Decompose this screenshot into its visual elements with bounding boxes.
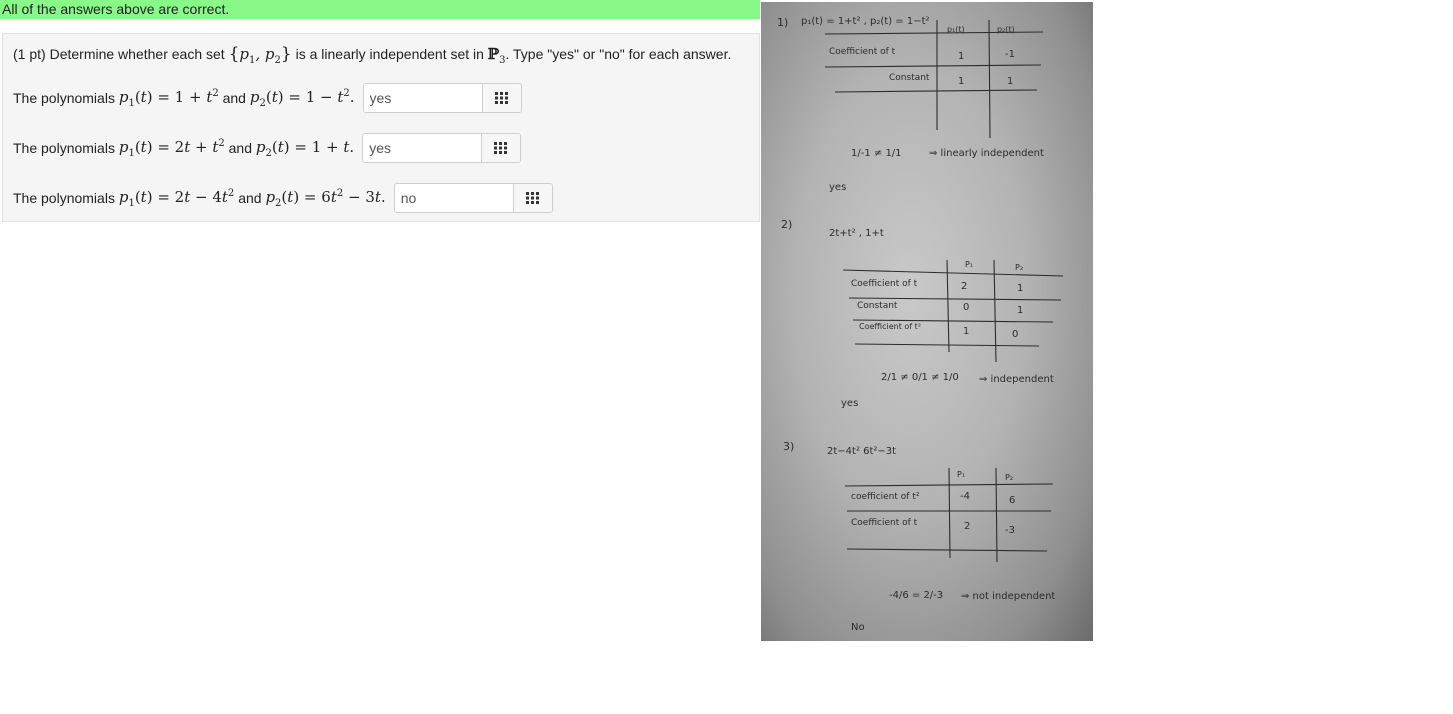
s1-ratio: 1/-1 ≠ 1/1 bbox=[851, 148, 902, 159]
s2-conclusion: ⇒ independent bbox=[979, 374, 1054, 385]
s3-answer: No bbox=[851, 622, 865, 633]
s3-row2-v1: 2 bbox=[964, 521, 970, 532]
s3-row2-v2: -3 bbox=[1005, 525, 1015, 536]
correct-answers-banner: All of the answers above are correct. bbox=[0, 0, 760, 19]
s2-row2-label: Constant bbox=[857, 301, 898, 311]
s2-row3-v2: 0 bbox=[1012, 329, 1018, 340]
s1-answer: yes bbox=[829, 182, 846, 193]
answer-box-2 bbox=[362, 133, 522, 163]
s3-table-line bbox=[995, 467, 998, 563]
s1-row1-v2: -1 bbox=[1005, 49, 1015, 60]
row-lead: The polynomials bbox=[13, 90, 115, 106]
s2-table-line bbox=[946, 259, 950, 353]
grid-icon bbox=[494, 142, 508, 154]
s3-conclusion: ⇒ not independent bbox=[961, 591, 1055, 602]
s3-number: 3) bbox=[783, 440, 794, 453]
question-row-2: The polynomials p1(t) = 2t + t2 and p2(t… bbox=[13, 132, 522, 164]
row-conj: and bbox=[222, 90, 246, 106]
problem-tail: . Type "yes" or "no" for each answer. bbox=[505, 46, 732, 62]
space-symbol: ℙ3 bbox=[487, 45, 506, 66]
problem-statement: (1 pt) Determine whether each set {p1, p… bbox=[13, 43, 731, 72]
problem-panel: (1 pt) Determine whether each set {p1, p… bbox=[2, 33, 760, 222]
s1-row1-v1: 1 bbox=[958, 51, 964, 62]
s2-col1: P₁ bbox=[965, 260, 973, 269]
answer-input-3[interactable] bbox=[394, 184, 513, 212]
s3-header: 2t−4t² 6t²−3t bbox=[827, 446, 896, 457]
s1-conclusion: ⇒ linearly independent bbox=[929, 148, 1044, 159]
s1-row2-label: Constant bbox=[889, 73, 930, 83]
s3-col2: P₂ bbox=[1005, 473, 1013, 482]
s2-table-line bbox=[848, 297, 1062, 301]
grid-icon bbox=[494, 92, 508, 104]
s3-col1: P₁ bbox=[957, 470, 965, 479]
s2-row3-v1: 1 bbox=[963, 326, 969, 337]
question-row-3: The polynomials p1(t) = 2t − 4t2 and p2(… bbox=[13, 182, 553, 214]
row-conj: and bbox=[238, 190, 262, 206]
s2-number: 2) bbox=[781, 218, 792, 231]
answer-box-3 bbox=[393, 183, 553, 213]
s1-row2-v2: 1 bbox=[1007, 76, 1013, 87]
poly-p2: p2(t) = 1 − t2. bbox=[249, 87, 355, 109]
handwritten-notes: 1) p₁(t) = 1+t² , p₂(t) = 1−t² p₁(t) p₂(… bbox=[777, 16, 1064, 633]
s3-row1-v2: 6 bbox=[1009, 495, 1015, 506]
question-row-1: The polynomials p1(t) = 1 + t2 and p2(t)… bbox=[13, 82, 522, 114]
s3-ratio: -4/6 = 2/-3 bbox=[889, 590, 943, 601]
problem-points: (1 pt) bbox=[13, 46, 46, 62]
answer-input-1[interactable] bbox=[363, 84, 482, 112]
answer-box-1 bbox=[362, 83, 522, 113]
row-lead: The polynomials bbox=[13, 190, 115, 206]
poly-p1: p1(t) = 2t − 4t2 bbox=[118, 187, 235, 209]
problem-mid: is a linearly independent set in bbox=[295, 46, 484, 62]
s2-header: 2t+t² , 1+t bbox=[829, 228, 884, 239]
s3-table-line bbox=[948, 467, 951, 559]
equation-editor-button-2[interactable] bbox=[481, 134, 521, 162]
s2-col2: P₂ bbox=[1015, 263, 1023, 272]
set-expression: {p1, p2} bbox=[228, 44, 292, 66]
s1-row2-v1: 1 bbox=[958, 76, 964, 87]
row-lead: The polynomials bbox=[13, 140, 115, 156]
equation-editor-button-3[interactable] bbox=[512, 184, 552, 212]
answer-input-2[interactable] bbox=[363, 134, 482, 162]
s1-row1-label: Coefficient of t bbox=[829, 47, 896, 57]
s2-row2-v1: 0 bbox=[963, 302, 969, 313]
s2-table-line bbox=[842, 269, 1064, 277]
s3-row1-label: coefficient of t² bbox=[851, 492, 920, 502]
s2-table-line bbox=[993, 259, 997, 363]
poly-p2: p2(t) = 6t2 − 3t. bbox=[265, 187, 386, 209]
s2-answer: yes bbox=[841, 398, 858, 409]
s1-table-line bbox=[824, 64, 1042, 68]
row-conj: and bbox=[228, 140, 252, 156]
s2-row1-v2: 1 bbox=[1017, 283, 1023, 294]
s1-number: 1) bbox=[777, 16, 788, 29]
poly-p1: p1(t) = 2t + t2 bbox=[118, 137, 225, 159]
handwritten-solution-image: 1) p₁(t) = 1+t² , p₂(t) = 1−t² p₁(t) p₂(… bbox=[761, 2, 1093, 641]
s2-row2-v2: 1 bbox=[1017, 305, 1023, 316]
s2-ratio: 2/1 ≠ 0/1 ≠ 1/0 bbox=[881, 372, 959, 383]
s2-row3-label: Coefficient of t² bbox=[859, 322, 921, 331]
s1-table-line bbox=[988, 19, 991, 139]
grid-icon bbox=[525, 192, 539, 204]
poly-p1: p1(t) = 1 + t2 bbox=[118, 87, 219, 109]
problem-intro: Determine whether each set bbox=[49, 46, 225, 62]
s2-row1-v1: 2 bbox=[961, 281, 967, 292]
poly-p2: p2(t) = 1 + t. bbox=[255, 137, 355, 159]
s2-table-line bbox=[854, 343, 1040, 347]
s3-row2-label: Coefficient of t bbox=[851, 518, 918, 528]
equation-editor-button-1[interactable] bbox=[481, 84, 521, 112]
s3-table-line bbox=[846, 548, 1048, 552]
s2-row1-label: Coefficient of t bbox=[851, 279, 918, 289]
s3-row1-v1: -4 bbox=[960, 491, 970, 502]
s1-header: p₁(t) = 1+t² , p₂(t) = 1−t² bbox=[801, 16, 930, 27]
s1-table-line bbox=[834, 89, 1038, 93]
